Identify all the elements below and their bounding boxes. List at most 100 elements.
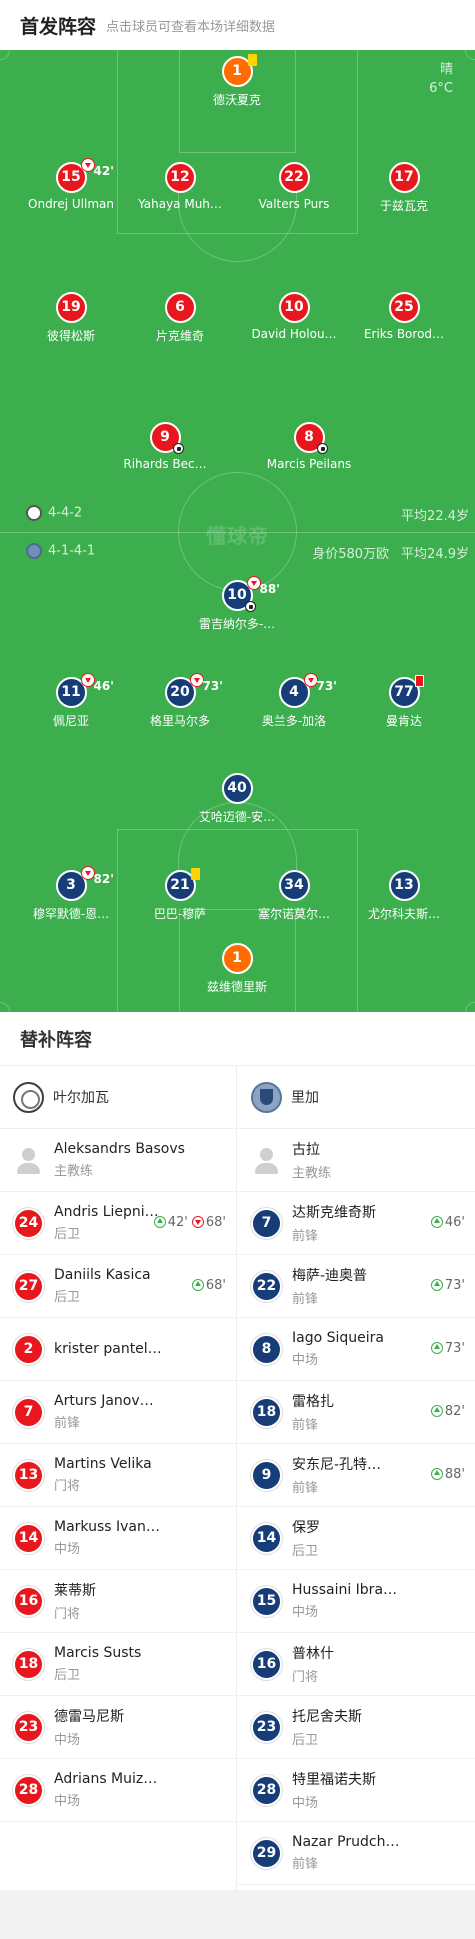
sub-player-row[interactable]: 27 Daniils Kasica 后卫 68' [0, 1255, 236, 1318]
jersey-number: 3 82' [55, 866, 114, 901]
sub-minute: 46' [93, 679, 114, 693]
away-team-name: 里加 [291, 1090, 319, 1106]
player-marker[interactable]: 17 于兹瓦克 [339, 162, 469, 214]
sub-player-row[interactable]: 29 Nazar Prudch… 前锋 [238, 1822, 475, 1885]
jersey-number: 18 [13, 1648, 44, 1680]
jersey-number: 11 46' [55, 673, 114, 708]
player-name: 片克维奇 [155, 329, 204, 343]
sub-minute: 73' [202, 679, 223, 693]
jersey-number: 10 [278, 292, 310, 323]
sub-player-info: Hussaini Ibra… 中场 [292, 1582, 407, 1620]
coach-name: Aleksandrs Basovs [54, 1141, 185, 1157]
player-marker[interactable]: 6 片克维奇 [115, 292, 245, 344]
sub-player-row[interactable]: 28 特里福诺夫斯 中场 [238, 1759, 475, 1822]
sub-player-row[interactable]: 22 梅萨-迪奥普 前锋 73' [238, 1255, 475, 1318]
sub-player-info: Marcis Susts 后卫 [54, 1645, 169, 1683]
weather-condition: 晴 [439, 62, 453, 77]
sub-player-info: 保罗 后卫 [292, 1517, 407, 1559]
sub-player-row[interactable]: 16 普林什 门将 [238, 1633, 475, 1696]
sub-in-minute: 46' [444, 1215, 465, 1230]
sub-player-info: 德雷马尼斯 中场 [54, 1706, 169, 1748]
player-marker[interactable]: 9 Rihards Bec… [100, 422, 230, 471]
player-marker[interactable]: 10 88' 雷吉纳尔多-… [172, 576, 302, 632]
sub-events: 73' [430, 1278, 465, 1293]
sub-out-icon [189, 673, 204, 687]
sub-in-icon [430, 1468, 443, 1480]
sub-player-row[interactable]: 24 Andris Liepni… 后卫 42' 68' [0, 1192, 236, 1255]
player-marker[interactable]: 77 曼肯达 [339, 675, 469, 729]
sub-player-row[interactable]: 28 Adrians Muiz… 中场 [0, 1759, 236, 1822]
pitch: 懂球帝 晴 6°C 4-4-2 平均22.4岁 4-1-4-1 身价580万欧平… [0, 50, 475, 1012]
sub-player-row[interactable]: 23 托尼舍夫斯 后卫 [238, 1696, 475, 1759]
sub-player-row[interactable]: 2 krister pantel… [0, 1318, 236, 1381]
coach-name: 古拉 [292, 1142, 320, 1158]
player-name: 雷吉纳尔多-… [198, 617, 276, 631]
player-marker[interactable]: 40 艾哈迈德-安… [172, 773, 302, 825]
sub-in-minute: 68' [205, 1278, 226, 1293]
jersey-number: 15 [251, 1585, 282, 1617]
coach-role: 主教练 [54, 1164, 94, 1179]
sub-player-position: 中场 [54, 1542, 81, 1557]
sub-player-position: 前锋 [54, 1416, 81, 1431]
player-marker[interactable]: 1 兹维德里斯 [172, 943, 302, 995]
sub-player-row[interactable]: 18 Marcis Susts 后卫 [0, 1633, 236, 1696]
jersey-number: 2 [13, 1333, 44, 1365]
sub-in-icon [430, 1405, 443, 1417]
team-logo-icon [13, 1081, 44, 1113]
home-formation: 4-4-2 [26, 505, 82, 521]
sub-player-row[interactable]: 14 保罗 后卫 [238, 1507, 475, 1570]
sub-player-row[interactable]: 18 雷格扎 前锋 82' [238, 1381, 475, 1444]
player-name: 兹维德里斯 [206, 980, 267, 994]
away-team-header[interactable]: 里加 [238, 1066, 475, 1129]
jersey-number: 8 [293, 422, 328, 454]
sub-player-row[interactable]: 8 Iago Siqueira 中场 73' [238, 1318, 475, 1381]
player-name: 艾哈迈德-安… [198, 810, 276, 824]
red-card-icon [414, 675, 424, 687]
jersey-number: 14 [251, 1522, 282, 1554]
jersey-number: 18 [251, 1396, 282, 1428]
coach-row[interactable]: Aleksandrs Basovs 主教练 [0, 1129, 236, 1192]
sub-player-row[interactable]: 16 莱蒂斯 门将 [0, 1570, 236, 1633]
corner-arc [465, 50, 475, 60]
sub-player-position: 后卫 [292, 1733, 319, 1748]
jersey-number: 13 [13, 1459, 44, 1491]
coach-avatar-icon [13, 1145, 44, 1176]
player-marker[interactable]: 21 巴巴-穆萨 [115, 868, 245, 922]
home-team-header[interactable]: 叶尔加瓦 [0, 1066, 236, 1129]
player-marker[interactable]: 1 德沃夏克 [172, 54, 302, 108]
assist-ball-icon [172, 443, 184, 454]
jersey-number: 16 [13, 1585, 44, 1617]
sub-in-minute: 42' [167, 1215, 188, 1230]
sub-player-row[interactable]: 9 安东尼-孔特… 前锋 88' [238, 1444, 475, 1507]
sub-player-row[interactable]: 23 德雷马尼斯 中场 [0, 1696, 236, 1759]
sub-player-row[interactable]: 7 达斯克维奇斯 前锋 46' [238, 1192, 475, 1255]
sub-player-position: 中场 [54, 1733, 81, 1748]
sub-player-row[interactable]: 7 Arturs Janov… 前锋 [0, 1381, 236, 1444]
player-marker[interactable]: 8 Marcis Peilans [244, 422, 374, 471]
sub-player-name: 特里福诺夫斯 [292, 1772, 376, 1788]
player-marker[interactable]: 12 Yahaya Muh… [115, 162, 245, 211]
sub-player-position: 中场 [292, 1353, 319, 1368]
corner-arc [0, 1002, 10, 1012]
sub-player-row[interactable]: 15 Hussaini Ibra… 中场 [238, 1570, 475, 1633]
home-team-name: 叶尔加瓦 [53, 1090, 109, 1106]
jersey-number: 4 73' [278, 673, 337, 708]
player-marker[interactable]: 25 Eriks Borod… [339, 292, 469, 341]
jersey-number: 1 [221, 943, 253, 974]
sub-in-minute: 88' [444, 1467, 465, 1482]
player-marker[interactable]: 20 73' 格里马尔多 [115, 673, 245, 729]
jersey-number: 22 [251, 1270, 282, 1302]
sub-events: 42' 68' [153, 1215, 226, 1230]
player-name: 格里马尔多 [149, 714, 210, 728]
coach-row[interactable]: 古拉 主教练 [238, 1129, 475, 1192]
jersey-number: 9 [251, 1459, 282, 1491]
player-marker[interactable]: 13 尤尔科夫斯… [339, 870, 469, 922]
corner-arc [0, 50, 10, 60]
sub-player-row[interactable]: 14 Markuss Ivan… 中场 [0, 1507, 236, 1570]
away-avg-age: 平均24.9岁 [401, 547, 469, 562]
sub-player-info: 雷格扎 前锋 [292, 1391, 407, 1433]
jersey-number: 13 [388, 870, 420, 901]
sub-out-icon [191, 1216, 204, 1228]
sub-player-row[interactable]: 13 Martins Velika 门将 [0, 1444, 236, 1507]
lineup-subtitle: 点击球员可查看本场详细数据 [106, 19, 276, 35]
